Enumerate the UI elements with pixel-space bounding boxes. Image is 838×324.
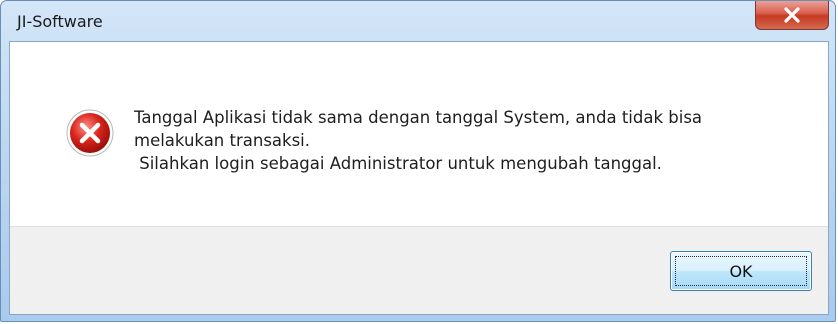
message-area: Tanggal Aplikasi tidak sama dengan tangg… [10, 42, 828, 226]
dialog-body: Tanggal Aplikasi tidak sama dengan tangg… [9, 41, 829, 315]
ok-button-label: OK [729, 261, 753, 281]
error-icon [65, 108, 115, 158]
dialog-window: JI-Software Tanggal Aplikasi tidak sama … [0, 0, 836, 322]
close-icon [782, 6, 802, 24]
window-title: JI-Software [17, 12, 103, 31]
close-button[interactable] [755, 1, 829, 30]
title-bar[interactable]: JI-Software [1, 1, 835, 41]
button-bar: OK [10, 226, 828, 314]
error-message: Tanggal Aplikasi tidak sama dengan tangg… [134, 108, 703, 173]
ok-button[interactable]: OK [670, 251, 812, 291]
